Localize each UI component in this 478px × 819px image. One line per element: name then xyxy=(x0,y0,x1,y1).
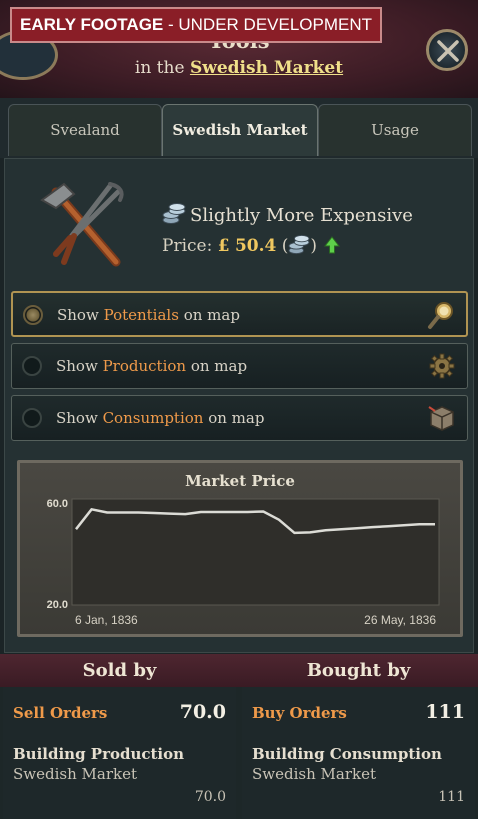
price-paren-close: ) xyxy=(310,236,318,256)
radio-button[interactable] xyxy=(22,408,42,428)
toggle-label: Show Consumption on map xyxy=(56,409,264,427)
market-tabs: Svealand Swedish Market Usage xyxy=(0,98,478,158)
sold-by-header: Sold by xyxy=(0,654,239,687)
bought-by-header: Bought by xyxy=(239,654,478,687)
tools-icon xyxy=(40,182,124,267)
x-tick-label: 26 May, 1836 xyxy=(364,613,436,627)
buy-orders-label[interactable]: Buy Orders xyxy=(252,704,347,722)
close-button[interactable] xyxy=(426,29,468,71)
toggle-consumption[interactable]: Show Consumption on map xyxy=(11,395,468,441)
market-subtitle: in the Swedish Market xyxy=(0,58,478,78)
toggle-suffix: on map xyxy=(203,409,265,427)
sell-orders-label[interactable]: Sell Orders xyxy=(13,704,107,722)
market-price-chart: Market Price 60.0 20.0 6 Jan, 1836 26 May, … xyxy=(17,460,463,637)
building-consumption-title: Building Consumption xyxy=(252,745,442,763)
toggle-prefix: Show xyxy=(57,306,104,324)
magnifier-icon xyxy=(428,302,453,329)
price-paren-open: ( xyxy=(281,236,289,256)
building-production-title: Building Production xyxy=(13,745,185,763)
price-currency: £ xyxy=(217,236,230,256)
price-status: Slightly More Expensive xyxy=(162,203,413,226)
toggle-prefix: Show xyxy=(56,357,103,375)
plot-area xyxy=(71,498,440,606)
toggle-highlight: Consumption xyxy=(102,409,204,427)
sold-by-body: Sell Orders 70.0 Building Production Swe… xyxy=(3,687,236,819)
buy-orders-value: 111 xyxy=(425,701,465,723)
building-production-market: Swedish Market xyxy=(13,765,137,783)
sell-orders-value: 70.0 xyxy=(179,701,226,723)
toggle-suffix: on map xyxy=(178,306,240,324)
toggle-suffix: on map xyxy=(186,357,248,375)
coins-icon xyxy=(288,235,310,255)
building-consumption-value: 111 xyxy=(438,789,465,805)
sold-by-column: Sold by Sell Orders 70.0 Building Produc… xyxy=(0,654,239,819)
toggle-label: Show Potentials on map xyxy=(57,306,240,324)
tab-swedish-market[interactable]: Swedish Market xyxy=(162,104,318,156)
price-label: Price: xyxy=(162,236,213,256)
gear-icon xyxy=(429,353,455,379)
trade-table: Sold by Sell Orders 70.0 Building Produc… xyxy=(0,654,478,819)
coins-icon xyxy=(162,203,186,224)
price-value: 50.4 xyxy=(234,236,277,256)
radio-button[interactable] xyxy=(23,305,43,325)
y-tick-label: 20.0 xyxy=(47,599,68,611)
tab-usage[interactable]: Usage xyxy=(318,104,472,156)
y-tick-label: 60.0 xyxy=(47,498,68,510)
building-production-value: 70.0 xyxy=(194,789,226,805)
toggle-label: Show Production on map xyxy=(56,357,247,375)
building-consumption-market: Swedish Market xyxy=(252,765,376,783)
trend-up-arrow-icon xyxy=(324,236,341,254)
tab-svealand[interactable]: Svealand xyxy=(8,104,162,156)
banner-strong: EARLY FOOTAGE xyxy=(20,15,164,34)
banner-rest: - UNDER DEVELOPMENT xyxy=(163,15,373,34)
toggle-prefix: Show xyxy=(56,409,103,427)
price-row: Price: £ 50.4 ( ) xyxy=(162,235,341,256)
subtitle-prefix: in the xyxy=(134,58,190,78)
market-link[interactable]: Swedish Market xyxy=(190,58,343,78)
close-icon xyxy=(437,40,459,62)
bought-by-column: Bought by Buy Orders 111 Building Consum… xyxy=(239,654,478,819)
toggle-highlight: Production xyxy=(102,357,187,375)
toggle-production[interactable]: Show Production on map xyxy=(11,343,468,389)
chart-plot: 60.0 20.0 6 Jan, 1836 26 May, 1836 xyxy=(47,498,440,627)
bought-by-body: Buy Orders 111 Building Consumption Swed… xyxy=(242,687,475,819)
radio-button[interactable] xyxy=(22,356,42,376)
x-tick-label: 6 Jan, 1836 xyxy=(75,613,138,627)
crate-icon xyxy=(428,406,454,431)
price-status-text: Slightly More Expensive xyxy=(190,205,413,226)
dev-banner: EARLY FOOTAGE - UNDER DEVELOPMENT xyxy=(10,7,383,43)
toggle-highlight: Potentials xyxy=(103,306,179,324)
toggle-potentials[interactable]: Show Potentials on map xyxy=(11,291,468,337)
